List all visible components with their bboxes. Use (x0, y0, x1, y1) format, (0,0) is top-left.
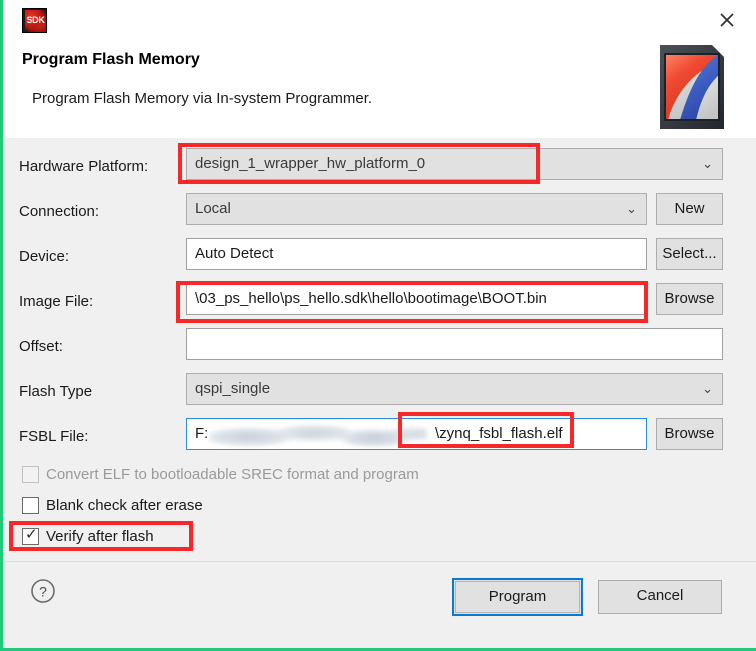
sdk-icon: SDK (22, 8, 47, 33)
fsbl-file-value-prefix: F: (195, 425, 209, 442)
close-icon[interactable] (712, 5, 742, 35)
connection-label: Connection: (19, 203, 100, 220)
convert-elf-checkbox-label: Convert ELF to bootloadable SREC format … (46, 466, 419, 483)
svg-text:?: ? (39, 584, 47, 600)
fsbl-file-value-suffix: \zynq_fsbl_flash.elf (435, 425, 563, 442)
connection-combo[interactable]: Local ⌄ (186, 193, 647, 225)
flash-type-label: Flash Type (19, 383, 93, 400)
program-button-label: Program (455, 581, 580, 613)
page-subtitle: Program Flash Memory via In-system Progr… (32, 90, 373, 107)
flash-type-value: qspi_single (195, 380, 271, 397)
hardware-platform-label: Hardware Platform: (19, 158, 149, 175)
device-select-button[interactable]: Select... (656, 238, 723, 270)
verify-after-flash-checkbox-label: Verify after flash (46, 528, 154, 545)
fsbl-file-input[interactable]: F: \zynq_fsbl_flash.elf (186, 418, 647, 450)
flash-card-icon (656, 41, 728, 133)
connection-value: Local (195, 200, 231, 217)
device-input[interactable]: Auto Detect (186, 238, 647, 270)
wizard-header: SDK Program Flash Memory Program Flash M… (3, 0, 756, 138)
program-button[interactable]: Program (452, 578, 583, 616)
image-file-input[interactable]: \03_ps_hello\ps_hello.sdk\hello\bootimag… (186, 283, 647, 315)
flash-type-combo[interactable]: qspi_single ⌄ (186, 373, 723, 405)
help-icon[interactable]: ? (30, 578, 56, 604)
hardware-platform-value: design_1_wrapper_hw_platform_0 (195, 155, 426, 172)
offset-input[interactable] (186, 328, 723, 360)
fsbl-file-redacted-path (209, 423, 427, 447)
wizard-body: Hardware Platform: design_1_wrapper_hw_p… (3, 138, 756, 648)
checkbox-tick-icon: ✓ (25, 526, 38, 543)
image-file-label: Image File: (19, 293, 94, 310)
chevron-down-icon: ⌄ (626, 201, 637, 216)
hardware-platform-combo[interactable]: design_1_wrapper_hw_platform_0 ⌄ (186, 148, 723, 180)
device-label: Device: (19, 248, 70, 265)
convert-elf-checkbox[interactable] (22, 466, 39, 483)
blank-check-checkbox-label: Blank check after erase (46, 497, 203, 514)
sdk-icon-label: SDK (26, 15, 45, 25)
verify-after-flash-checkbox[interactable]: ✓ (22, 526, 39, 545)
footer-separator (3, 561, 756, 562)
image-file-value: \03_ps_hello\ps_hello.sdk\hello\bootimag… (195, 290, 547, 307)
blank-check-checkbox[interactable] (22, 497, 39, 514)
page-title: Program Flash Memory (22, 51, 200, 68)
image-file-browse-button[interactable]: Browse (656, 283, 723, 315)
new-connection-button[interactable]: New (656, 193, 723, 225)
chevron-down-icon: ⌄ (702, 381, 713, 396)
fsbl-file-browse-button[interactable]: Browse (656, 418, 723, 450)
chevron-down-icon: ⌄ (702, 156, 713, 171)
offset-label: Offset: (19, 338, 63, 355)
fsbl-file-label: FSBL File: (19, 428, 89, 445)
cancel-button[interactable]: Cancel (598, 580, 722, 614)
device-value: Auto Detect (195, 245, 274, 262)
program-flash-memory-dialog: SDK Program Flash Memory Program Flash M… (0, 0, 756, 651)
